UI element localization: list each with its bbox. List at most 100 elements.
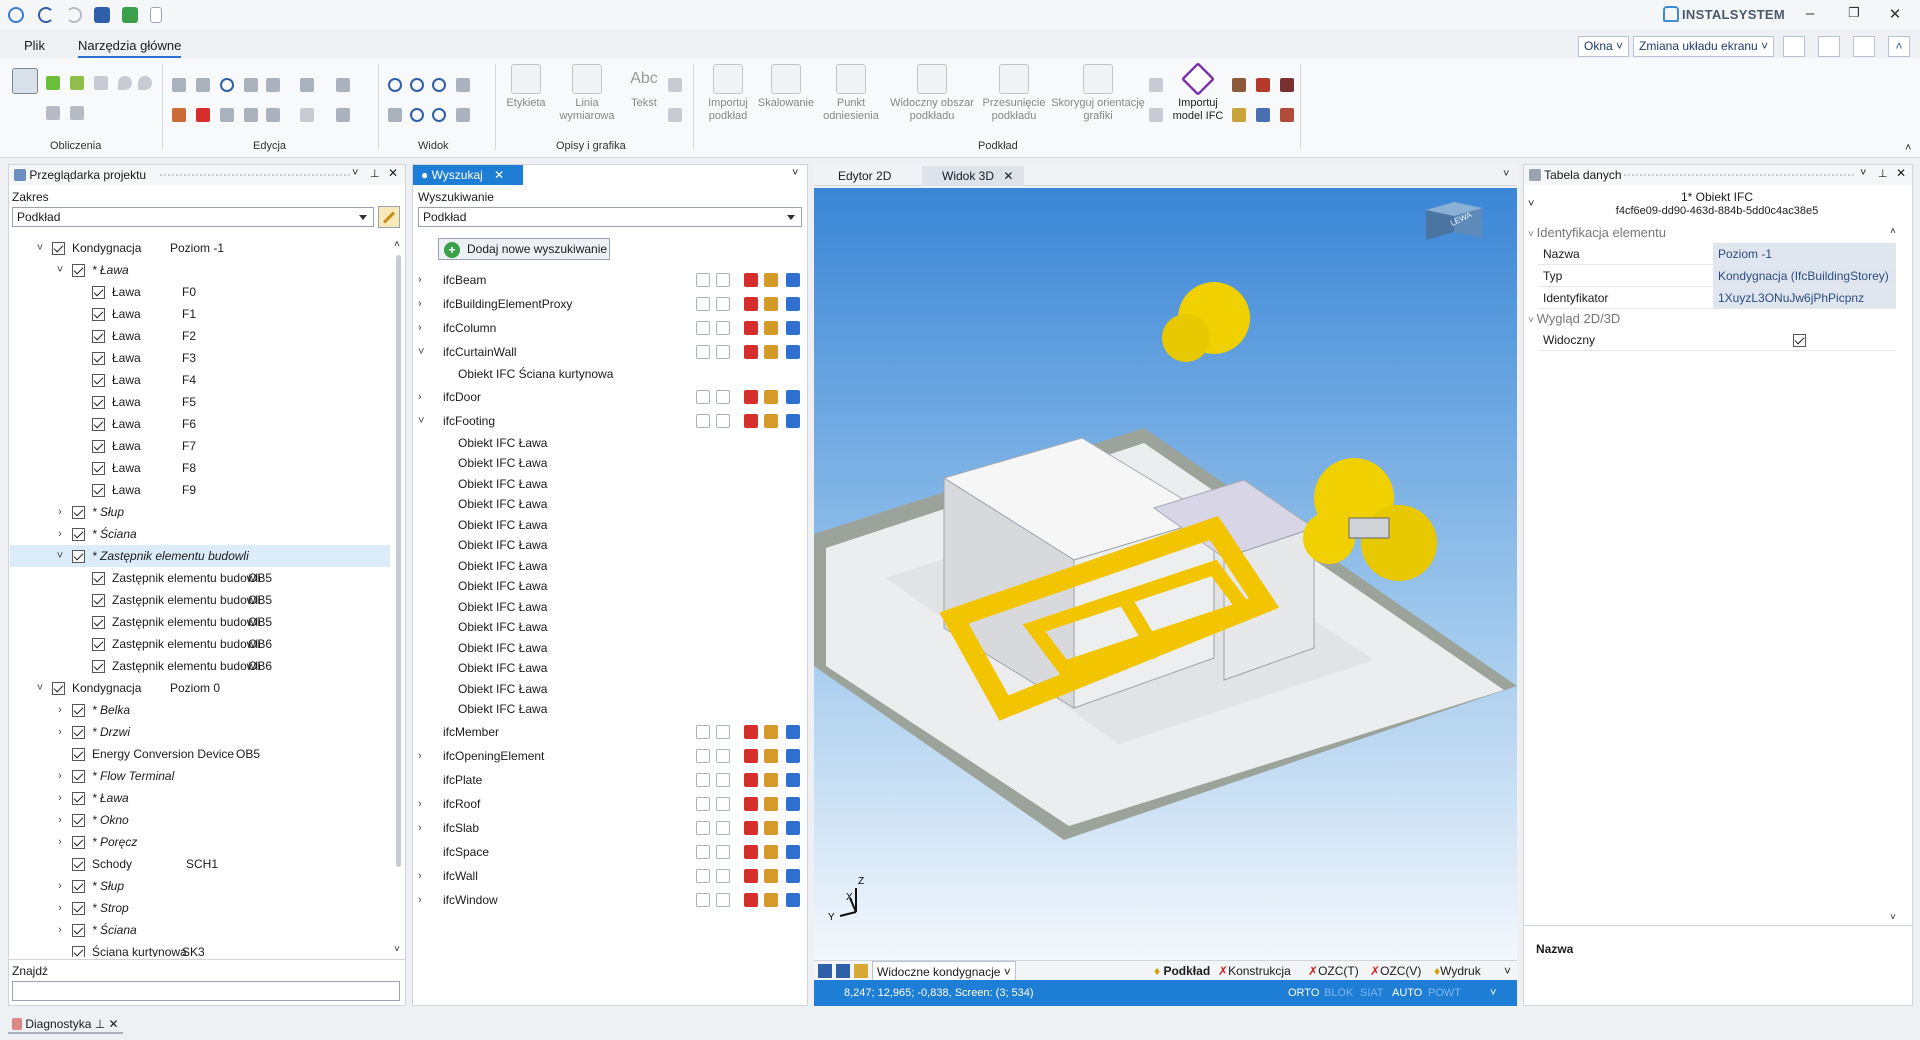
filter-icon[interactable]	[854, 964, 868, 978]
ifc-tool1-icon[interactable]	[1232, 78, 1246, 92]
ifc-small-icon[interactable]	[1149, 78, 1163, 92]
search-select[interactable]: Podkład	[418, 207, 802, 227]
mode-siat[interactable]: SIAT	[1360, 980, 1384, 1006]
save-as-icon[interactable]	[122, 7, 138, 23]
expand-chevron-icon[interactable]: ›	[418, 818, 430, 838]
collapse-chevron-icon[interactable]: ˅	[34, 237, 46, 259]
scope-select[interactable]: Podkład	[12, 207, 374, 227]
linia-wymiarowa-button[interactable]: Linia wymiarowa	[552, 64, 622, 123]
ifc-class-row[interactable]: › ifcDoor	[418, 387, 808, 407]
hide-icon[interactable]	[716, 868, 730, 883]
edit-icon[interactable]	[764, 389, 778, 404]
expand-chevron-icon[interactable]: ›	[418, 794, 430, 814]
tree-row[interactable]: Ściana kurtynowa SK3	[10, 941, 390, 957]
save-icon[interactable]	[94, 7, 110, 23]
tree-row[interactable]: ˅ Kondygnacja Poziom -1	[10, 237, 390, 259]
show-icon[interactable]	[696, 389, 710, 404]
skoryguj-button[interactable]: Skoryguj orientację grafiki	[1050, 64, 1146, 123]
tab-view-3d[interactable]: Widok 3D ✕	[922, 166, 1024, 186]
expand-chevron-icon[interactable]: ›	[418, 890, 430, 910]
ifc-class-row[interactable]: › ifcColumn	[418, 318, 808, 338]
copy-icon[interactable]	[786, 321, 800, 335]
snap-icon[interactable]	[300, 108, 314, 122]
hide-icon[interactable]	[716, 796, 730, 811]
remove-icon[interactable]	[744, 820, 758, 835]
edit-icon[interactable]	[764, 772, 778, 787]
remove-icon[interactable]	[744, 273, 758, 287]
hide-icon[interactable]	[716, 273, 730, 287]
new-file-icon[interactable]	[150, 7, 162, 23]
przesuniecie-button[interactable]: Przesunięcie podkładu	[980, 64, 1048, 123]
layer-wydruk[interactable]: ♦Wydruk	[1434, 961, 1481, 981]
copy-icon[interactable]	[786, 389, 800, 404]
mode-blok[interactable]: BLOK	[1324, 980, 1353, 1006]
zoom-all-icon[interactable]	[432, 108, 446, 122]
dt-scroll-down-icon[interactable]: ˅	[1890, 912, 1896, 923]
drag-grip[interactable]	[1624, 174, 1854, 176]
remove-icon[interactable]	[744, 892, 758, 907]
viewer-tab-menu-icon[interactable]: ˅	[1503, 168, 1509, 180]
expand-chevron-icon[interactable]: ›	[54, 919, 66, 941]
visible-storeys-dropdown[interactable]: Widoczne kondygnacje ˅	[872, 961, 1016, 981]
ifc-class-row[interactable]: › ifcRoof	[418, 794, 808, 814]
view-icon[interactable]	[456, 108, 470, 122]
expand-chevron-icon[interactable]: ›	[418, 270, 430, 290]
tab-diagnostyka[interactable]: Diagnostyka ⊥ ✕	[8, 1014, 123, 1034]
note-icon[interactable]	[668, 78, 682, 92]
ifc-class-row[interactable]: ifcPlate	[418, 770, 808, 790]
ifc-class-row[interactable]: › ifcOpeningElement	[418, 746, 808, 766]
show-icon[interactable]	[696, 844, 710, 859]
ifc-small2-icon[interactable]	[1149, 108, 1163, 122]
3d-scene[interactable]: LEWA Z Y X	[814, 188, 1517, 960]
importuj-ifc-button[interactable]: Importuj model IFC	[1168, 62, 1228, 123]
close-3d-tab-icon[interactable]: ✕	[1003, 169, 1013, 183]
property-value[interactable]: 1XuyzL3ONuJw6jPhPicpnz	[1713, 287, 1896, 308]
calculator-icon[interactable]	[12, 68, 38, 94]
pin-icon[interactable]: ⊥	[370, 167, 380, 180]
tree-checkbox[interactable]	[72, 924, 85, 937]
property-value[interactable]: Poziom -1	[1713, 243, 1896, 264]
close-window-button[interactable]: ✕	[1880, 5, 1910, 23]
show-icon[interactable]	[696, 892, 710, 907]
ifc-object-row[interactable]: Obiekt IFC Ława	[418, 535, 808, 555]
object-collapse-icon[interactable]: ˅	[1528, 198, 1534, 210]
storey-up-icon[interactable]	[818, 964, 832, 978]
ifc-class-row[interactable]: › ifcWall	[418, 866, 808, 886]
ifc-object-row[interactable]: Obiekt IFC Ława	[418, 556, 808, 576]
copy-icon[interactable]	[786, 868, 800, 883]
remove-icon[interactable]	[744, 772, 758, 787]
close-tab-icon[interactable]: ✕	[494, 168, 504, 182]
distribute-icon[interactable]	[300, 78, 314, 92]
expand-chevron-icon[interactable]: ›	[418, 746, 430, 766]
ifc-object-row[interactable]: Obiekt IFC Ława	[418, 597, 808, 617]
hide-icon[interactable]	[716, 748, 730, 763]
dt-scroll-up-icon[interactable]: ˄	[1890, 226, 1896, 237]
layer-ozct[interactable]: ✗OZC(T)	[1308, 961, 1359, 981]
cut-icon[interactable]	[172, 108, 186, 122]
ifc-object-row[interactable]: Obiekt IFC Ława	[418, 474, 808, 494]
etykieta-button[interactable]: Etykieta	[503, 64, 549, 110]
tree-row[interactable]: › * Ściana	[10, 919, 390, 941]
edit-icon[interactable]	[764, 892, 778, 907]
remove-icon[interactable]	[744, 389, 758, 404]
property-row[interactable]: Typ Kondygnacja (IfcBuildingStorey)	[1538, 265, 1896, 287]
ifc-class-row[interactable]: ˅ ifcCurtainWall	[418, 342, 808, 362]
ifc-class-row[interactable]: › ifcBeam	[418, 270, 808, 290]
edit-icon[interactable]	[764, 868, 778, 883]
find-input[interactable]	[12, 981, 400, 1001]
copy-icon[interactable]	[786, 844, 800, 859]
lines-icon[interactable]	[336, 78, 350, 92]
copy-icon[interactable]	[786, 413, 800, 428]
edit-icon[interactable]	[764, 345, 778, 359]
remove-icon[interactable]	[744, 321, 758, 335]
settings-button[interactable]	[1853, 36, 1875, 57]
monitor-button[interactable]	[1783, 36, 1805, 57]
show-icon[interactable]	[696, 772, 710, 787]
collapse-chevron-icon[interactable]: ˅	[418, 411, 430, 431]
show-icon[interactable]	[696, 297, 710, 311]
hide-icon[interactable]	[716, 413, 730, 428]
show-icon[interactable]	[696, 345, 710, 359]
calc-green-icon[interactable]	[46, 76, 60, 90]
hide-icon[interactable]	[716, 389, 730, 404]
remove-icon[interactable]	[744, 844, 758, 859]
